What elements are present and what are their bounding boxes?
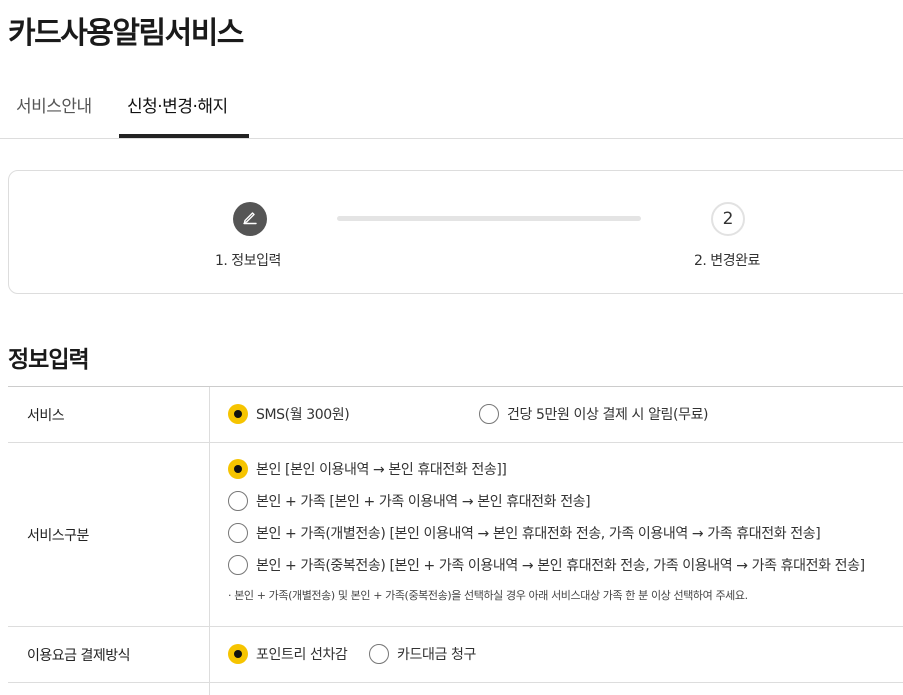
next-row-label — [8, 683, 210, 695]
radio-label: 건당 5만원 이상 결제 시 알림(무료) — [507, 407, 709, 423]
next-row — [8, 683, 903, 695]
radio-unselected-icon[interactable] — [228, 555, 248, 575]
radio-label: 본인 + 가족(개별전송) [본인 이용내역 → 본인 휴대전화 전송, 가족 … — [256, 526, 821, 542]
step-connector — [337, 216, 641, 221]
service-type-note: · 본인 + 가족(개별전송) 및 본인 + 가족(중복전송)을 선택하실 경우… — [228, 589, 748, 602]
step-2-indicator: 2 — [711, 202, 745, 236]
progress-steps: 2 1. 정보입력 2. 변경완료 — [8, 170, 903, 294]
radio-card-bill[interactable]: 카드대금 청구 — [369, 644, 476, 664]
radio-label: 본인 + 가족 [본인 + 가족 이용내역 → 본인 휴대전화 전송] — [256, 494, 591, 510]
radio-unselected-icon[interactable] — [228, 491, 248, 511]
radio-selected-icon[interactable] — [228, 644, 248, 664]
radio-label: 본인 + 가족(중복전송) [본인 + 가족 이용내역 → 본인 휴대전화 전송… — [256, 558, 865, 574]
radio-free-alert[interactable]: 건당 5만원 이상 결제 시 알림(무료) — [479, 404, 709, 424]
radio-self[interactable]: 본인 [본인 이용내역 → 본인 휴대전화 전송]] — [228, 459, 507, 479]
info-form: 서비스 SMS(월 300원) 건당 5만원 이상 결제 시 알림(무료) 서비… — [8, 386, 903, 695]
step-1-indicator — [233, 202, 267, 236]
radio-selected-icon[interactable] — [228, 459, 248, 479]
radio-point-deduct[interactable]: 포인트리 선차감 — [228, 644, 348, 664]
radio-self-family[interactable]: 본인 + 가족 [본인 + 가족 이용내역 → 본인 휴대전화 전송] — [228, 491, 591, 511]
radio-sms[interactable]: SMS(월 300원) — [228, 404, 350, 424]
payment-label: 이용요금 결제방식 — [8, 627, 210, 682]
service-type-label: 서비스구분 — [8, 443, 210, 626]
radio-self-family-separate[interactable]: 본인 + 가족(개별전송) [본인 이용내역 → 본인 휴대전화 전송, 가족 … — [228, 523, 821, 543]
radio-label: 카드대금 청구 — [397, 647, 476, 663]
radio-unselected-icon[interactable] — [369, 644, 389, 664]
radio-selected-icon[interactable] — [228, 404, 248, 424]
service-type-row: 서비스구분 본인 [본인 이용내역 → 본인 휴대전화 전송]] 본인 + 가족… — [8, 443, 903, 627]
radio-label: SMS(월 300원) — [256, 407, 350, 423]
radio-unselected-icon[interactable] — [228, 523, 248, 543]
service-row: 서비스 SMS(월 300원) 건당 5만원 이상 결제 시 알림(무료) — [8, 387, 903, 443]
service-label: 서비스 — [8, 387, 210, 442]
radio-label: 본인 [본인 이용내역 → 본인 휴대전화 전송]] — [256, 462, 507, 478]
radio-label: 포인트리 선차감 — [256, 647, 348, 663]
section-title: 정보입력 — [8, 347, 90, 373]
radio-self-family-duplicate[interactable]: 본인 + 가족(중복전송) [본인 + 가족 이용내역 → 본인 휴대전화 전송… — [228, 555, 865, 575]
step-2-label: 2. 변경완료 — [694, 253, 760, 269]
active-tab-indicator — [119, 134, 249, 138]
tab-bar: 서비스안내 신청·변경·해지 — [0, 76, 903, 139]
pencil-icon — [241, 208, 259, 230]
step-1-label: 1. 정보입력 — [215, 253, 281, 269]
tab-service-info[interactable]: 서비스안내 — [16, 92, 92, 117]
payment-row: 이용요금 결제방식 포인트리 선차감 카드대금 청구 — [8, 627, 903, 683]
page-title: 카드사용알림서비스 — [8, 16, 244, 51]
radio-unselected-icon[interactable] — [479, 404, 499, 424]
tab-apply-change-cancel[interactable]: 신청·변경·해지 — [127, 92, 228, 117]
